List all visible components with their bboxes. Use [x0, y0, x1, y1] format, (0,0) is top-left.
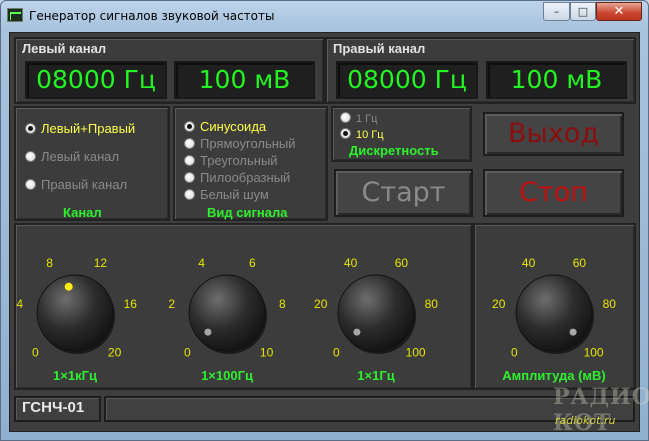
knob-tick-label: 0	[184, 346, 191, 360]
channel-group: Левый+Правый Левый канал Правый канал Ка…	[14, 106, 170, 221]
knob-tick-label: 40	[344, 256, 358, 270]
radio-label: Левый+Правый	[41, 121, 136, 136]
knob-tick-label: 100	[406, 346, 426, 360]
maximize-button[interactable]: □	[570, 2, 596, 21]
radio-label: 1 Гц	[356, 113, 378, 125]
knob-body[interactable]	[36, 274, 114, 352]
radio-step-1hz[interactable]: 1 Гц	[340, 112, 377, 125]
knob-body[interactable]	[515, 274, 593, 352]
radio-label: Белый шум	[200, 187, 269, 202]
exit-button[interactable]: Выход	[483, 112, 624, 156]
close-button[interactable]: ✕	[596, 2, 642, 21]
knob-tick-label: 0	[32, 346, 39, 360]
radio-dot	[184, 121, 195, 132]
radio-dot	[340, 112, 351, 123]
knob-tick-label: 4	[16, 297, 23, 311]
knob-indicator	[353, 328, 361, 336]
amplitude-knob[interactable]: 0 20 40 60 80 100	[444, 226, 649, 376]
app-window: Генератор сигналов звуковой частоты – □ …	[0, 0, 649, 441]
knob-tick-label: 4	[198, 256, 205, 270]
watermark-url: radiokot.ru	[555, 414, 616, 427]
waveform-group-label: Вид сигнала	[207, 205, 288, 220]
knob-body[interactable]	[337, 274, 415, 352]
start-button[interactable]: Старт	[334, 169, 473, 217]
radio-dot	[184, 155, 195, 166]
knob-tick-label: 80	[425, 297, 439, 311]
watermark: РАДИО КОТ radiokot.ru	[553, 384, 649, 436]
radio-white-noise[interactable]: Белый шум	[184, 187, 269, 202]
step-group: 1 Гц 10 Гц Дискретность	[331, 106, 472, 162]
left-frequency-display: 08000 Гц	[25, 61, 167, 99]
knob-tick-label: 2	[168, 297, 175, 311]
radio-right-channel[interactable]: Правый канал	[25, 177, 127, 192]
watermark-text: РАДИО КОТ	[553, 384, 649, 436]
knob-tick-label: 0	[511, 346, 518, 360]
knob-tick-label: 80	[603, 297, 617, 311]
radio-step-10hz[interactable]: 10 Гц	[340, 128, 384, 141]
right-channel-panel: Правый канал 08000 Гц 100 мВ	[325, 37, 636, 104]
knob-tick-label: 60	[573, 256, 587, 270]
radio-label: 10 Гц	[356, 129, 384, 141]
stop-button[interactable]: Стоп	[483, 169, 624, 217]
knob-tick-label: 100	[584, 346, 604, 360]
knob-tick-label: 0	[333, 346, 340, 360]
window-title: Генератор сигналов звуковой частоты	[29, 9, 275, 23]
step-group-label: Дискретность	[349, 143, 439, 158]
right-channel-title: Правый канал	[333, 41, 426, 56]
channel-group-label: Канал	[63, 205, 102, 220]
knob-tick-label: 40	[522, 256, 536, 270]
radio-label: Левый канал	[41, 149, 120, 164]
left-level-display: 100 мВ	[174, 61, 315, 99]
waveform-group: Синусоида Прямоугольный Треугольный Пило…	[173, 106, 328, 221]
knob-indicator	[64, 282, 73, 291]
radio-dot	[184, 138, 195, 149]
oscilloscope-icon	[7, 8, 23, 22]
knob-tick-label: 8	[46, 256, 53, 270]
knob-tick-label: 20	[492, 297, 506, 311]
knob-graphic[interactable]: 0 20 40 60 80 100	[444, 226, 649, 376]
minimize-button[interactable]: –	[543, 2, 570, 21]
knob-amplitude-caption: Амплитуда (мВ)	[502, 368, 606, 383]
radio-left-right[interactable]: Левый+Правый	[25, 121, 135, 136]
radio-label: Пилообразный	[200, 170, 291, 185]
radio-dot	[184, 172, 195, 183]
left-channel-panel: Левый канал 08000 Гц 100 мВ	[14, 37, 325, 104]
radio-square[interactable]: Прямоугольный	[184, 136, 296, 151]
radio-dot	[25, 179, 36, 190]
radio-label: Треугольный	[200, 153, 278, 168]
left-channel-title: Левый канал	[22, 41, 107, 56]
radio-sawtooth[interactable]: Пилообразный	[184, 170, 290, 185]
radio-dot	[184, 189, 195, 200]
knob-tick-label: 6	[249, 256, 256, 270]
knob-tick-label: 20	[314, 297, 328, 311]
radio-label: Прямоугольный	[200, 136, 296, 151]
knob-tick-label: 60	[395, 256, 409, 270]
radio-sine[interactable]: Синусоида	[184, 119, 266, 134]
right-level-display: 100 мВ	[486, 61, 627, 99]
knob-indicator	[569, 328, 577, 336]
radio-dot	[25, 123, 36, 134]
knob-indicator	[204, 328, 212, 336]
generator-panel: Левый канал 08000 Гц 100 мВ Правый канал…	[9, 32, 640, 432]
radio-triangle[interactable]: Треугольный	[184, 153, 278, 168]
radio-dot	[340, 128, 351, 139]
title-bar[interactable]: Генератор сигналов звуковой частоты – □ …	[1, 1, 648, 31]
knob-tick-label: 12	[94, 256, 108, 270]
radio-label: Правый канал	[41, 177, 128, 192]
knob-body[interactable]	[188, 274, 266, 352]
radio-label: Синусоида	[200, 119, 267, 134]
radio-dot	[25, 151, 36, 162]
model-label: ГСНЧ-01	[14, 396, 101, 422]
radio-left-channel[interactable]: Левый канал	[25, 149, 119, 164]
right-frequency-display: 08000 Гц	[336, 61, 478, 99]
